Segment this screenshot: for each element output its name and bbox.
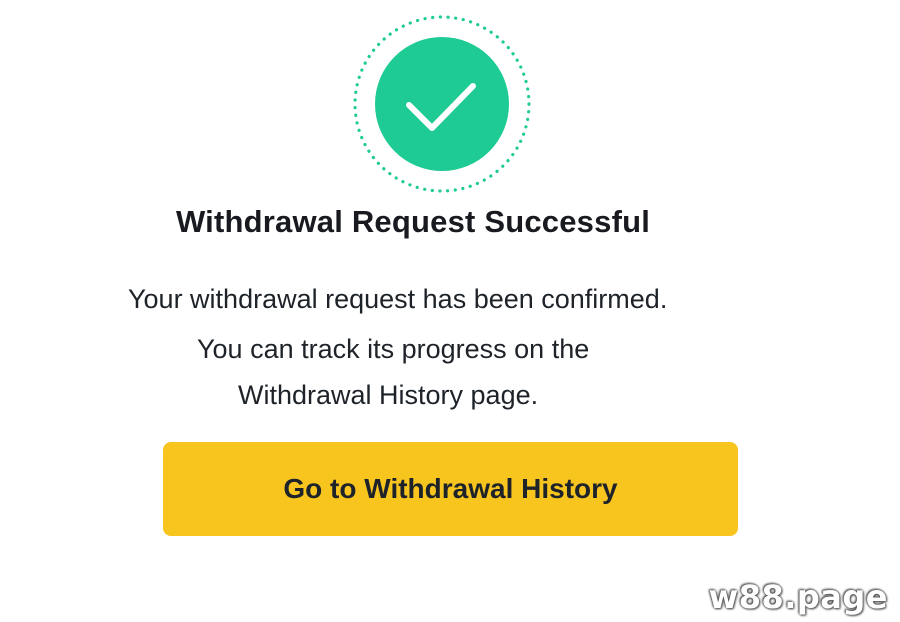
go-to-withdrawal-history-button[interactable]: Go to Withdrawal History	[163, 442, 738, 536]
message-line: You can track its progress on the	[197, 334, 590, 364]
watermark: w88.page	[708, 578, 888, 616]
dialog-title: Withdrawal Request Successful	[175, 204, 651, 239]
message-line: Withdrawal History page.	[238, 380, 539, 410]
check-circle-icon	[350, 12, 534, 196]
message-line: Your withdrawal request has been confirm…	[128, 284, 668, 314]
